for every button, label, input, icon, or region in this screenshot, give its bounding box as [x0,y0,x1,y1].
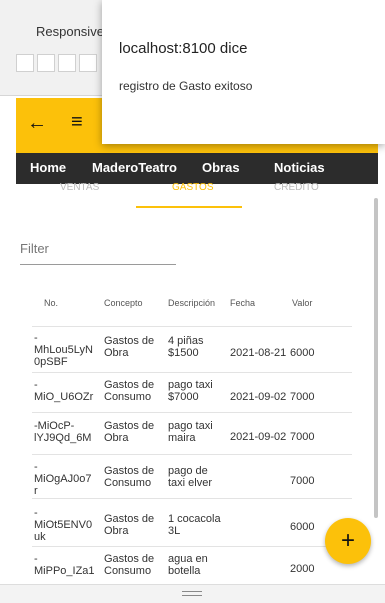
cell-fecha: 2021-09-02 [230,431,287,443]
nav-item-home[interactable]: Home [30,160,66,175]
column-header-fecha[interactable]: Fecha [230,298,255,308]
filter-field [20,238,176,265]
nav-item-maderoteatro[interactable]: MaderoTeatro [92,160,177,175]
menu-icon[interactable]: ≡ [71,111,83,134]
alert-dialog: localhost:8100 dice registro de Gasto ex… [102,0,385,144]
cell-no: -MiOcP- lYJ9Qd_6M [34,420,92,444]
table-row[interactable]: -MiOcP- lYJ9Qd_6M Gastos de Obra pago ta… [32,412,352,455]
column-header-no[interactable]: No. [44,298,58,308]
vertical-scrollbar[interactable] [374,198,378,518]
table-row[interactable]: - MiPPo_IZa1 Gastos de Consumo agua en b… [32,546,352,585]
cell-concepto: Gastos de Obra [104,420,155,444]
column-header-concepto[interactable]: Concepto [104,298,143,308]
handle-line [182,591,202,592]
table-row[interactable]: - MiOt5ENV0 uk Gastos de Obra 1 cocacola… [32,498,352,547]
cell-valor: 7000 [290,391,315,403]
cell-descripcion: agua en botella [168,553,208,577]
cell-valor: 7000 [290,475,315,487]
cell-valor: 6000 [290,521,315,533]
cell-descripcion: pago taxi $7000 [168,379,213,403]
cell-concepto: Gastos de Obra [104,335,155,359]
resize-handle[interactable] [0,584,385,603]
nav-item-obras[interactable]: Obras [202,160,240,175]
filter-input[interactable] [20,241,170,256]
alert-title: localhost:8100 dice [119,40,248,57]
tab-gastos[interactable]: GASTOS [172,182,214,193]
arrow-left-icon[interactable]: ← [27,112,47,135]
cell-no: - MhLou5LyN 0pSBF [34,332,93,368]
cell-fecha: 2021-09-02 [230,391,287,403]
table-row[interactable]: - MiO_U6OZr Gastos de Consumo pago taxi … [32,372,352,413]
cell-valor: 7000 [290,431,315,443]
add-gasto-button[interactable]: + [325,518,371,564]
cell-valor: 6000 [290,347,315,359]
column-header-descripcion[interactable]: Descripción [168,298,215,308]
cell-valor: 2000 [290,563,315,575]
cell-no: - MiO_U6OZr [34,379,94,403]
segment-tabs: VENTAS GASTOS CREDITO [16,182,378,210]
device-tile[interactable] [58,54,76,72]
device-tile[interactable] [37,54,55,72]
top-nav: Home MaderoTeatro Obras Noticias [16,153,378,184]
cell-no: - MiOgAJ0o7 r [34,461,92,497]
tab-ventas[interactable]: VENTAS [60,182,99,193]
cell-concepto: Gastos de Consumo [104,465,155,489]
responsive-dropdown[interactable]: Responsive [36,24,104,39]
device-tiles [16,54,97,72]
column-header-valor[interactable]: Valor [292,298,312,308]
cell-descripcion: 1 cocacola 3L [168,513,221,537]
cell-no: - MiPPo_IZa1 [34,553,95,577]
plus-icon: + [340,527,355,554]
active-tab-indicator [136,206,242,208]
table-row[interactable]: - MhLou5LyN 0pSBF Gastos de Obra 4 piñas… [32,326,352,373]
cell-no: - MiOt5ENV0 uk [34,507,93,543]
device-tile[interactable] [16,54,34,72]
cell-descripcion: 4 piñas $1500 [168,335,204,359]
nav-item-noticias[interactable]: Noticias [274,160,325,175]
device-tile[interactable] [79,54,97,72]
cell-concepto: Gastos de Obra [104,513,155,537]
tab-credito[interactable]: CREDITO [274,182,319,193]
cell-descripcion: pago taxi maira [168,420,213,444]
cell-descripcion: pago de taxi elver [168,465,213,489]
alert-message: registro de Gasto exitoso [119,79,253,93]
table-row[interactable]: - MiOgAJ0o7 r Gastos de Consumo pago de … [32,454,352,499]
cell-concepto: Gastos de Consumo [104,553,155,577]
cell-fecha: 2021-08-21 [230,347,287,359]
cell-concepto: Gastos de Consumo [104,379,155,403]
handle-line [182,595,202,596]
